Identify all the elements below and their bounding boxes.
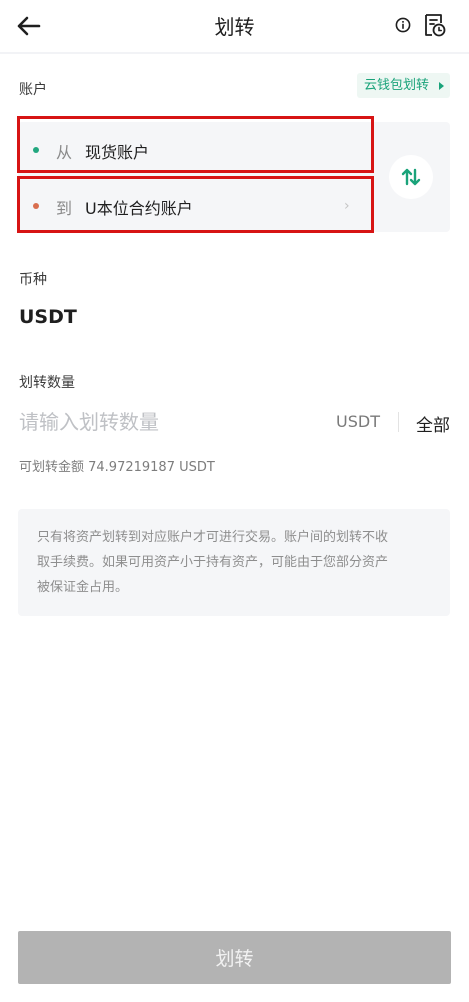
available-amount: 可划转金额 74.97219187 USDT: [19, 460, 215, 475]
header-divider: [0, 52, 469, 54]
to-account-row[interactable]: 到 U本位合约账户 ›: [18, 178, 373, 232]
row-divider: [30, 176, 372, 177]
swap-arrows-icon: [401, 168, 421, 186]
notice-line: 只有将资产划转到对应账户才可进行交易。账户间的划转不收: [37, 530, 389, 545]
account-label: 账户: [19, 82, 47, 98]
to-dot: [33, 203, 39, 209]
top-bar: 划转: [0, 0, 469, 52]
from-prefix: 从: [56, 143, 73, 162]
coin-selector[interactable]: USDT: [19, 306, 77, 328]
caret-right-icon: [439, 82, 444, 90]
coin-label: 币种: [19, 272, 47, 288]
transfer-records-icon[interactable]: [421, 12, 447, 38]
cloud-wallet-transfer-label: 云钱包划转: [364, 78, 430, 93]
info-circle-icon[interactable]: [395, 17, 411, 33]
cloud-wallet-transfer-button[interactable]: 云钱包划转: [357, 73, 450, 98]
transfer-submit-button[interactable]: 划转: [18, 931, 451, 984]
from-dot: [33, 147, 39, 153]
amount-input[interactable]: [19, 406, 319, 438]
account-card: 从 现货账户 到 U本位合约账户 ›: [18, 122, 450, 232]
to-prefix: 到: [56, 199, 73, 218]
notice-line: 被保证金占用。: [37, 580, 129, 595]
to-account-name: U本位合约账户: [85, 199, 193, 218]
transfer-all-button[interactable]: 全部: [416, 411, 450, 436]
from-account-row[interactable]: 从 现货账户: [18, 122, 373, 176]
amount-unit: USDT: [336, 412, 380, 431]
notice-box: 只有将资产划转到对应账户才可进行交易。账户间的划转不收 取手续费。如果可用资产小…: [18, 509, 450, 616]
swap-accounts-button[interactable]: [389, 155, 433, 199]
from-account-name: 现货账户: [85, 143, 150, 162]
amount-label: 划转数量: [19, 375, 75, 391]
notice-line: 取手续费。如果可用资产小于持有资产，可能由于您部分资产: [37, 555, 389, 570]
chevron-right-icon: ›: [344, 198, 350, 214]
unit-divider: [398, 412, 399, 432]
